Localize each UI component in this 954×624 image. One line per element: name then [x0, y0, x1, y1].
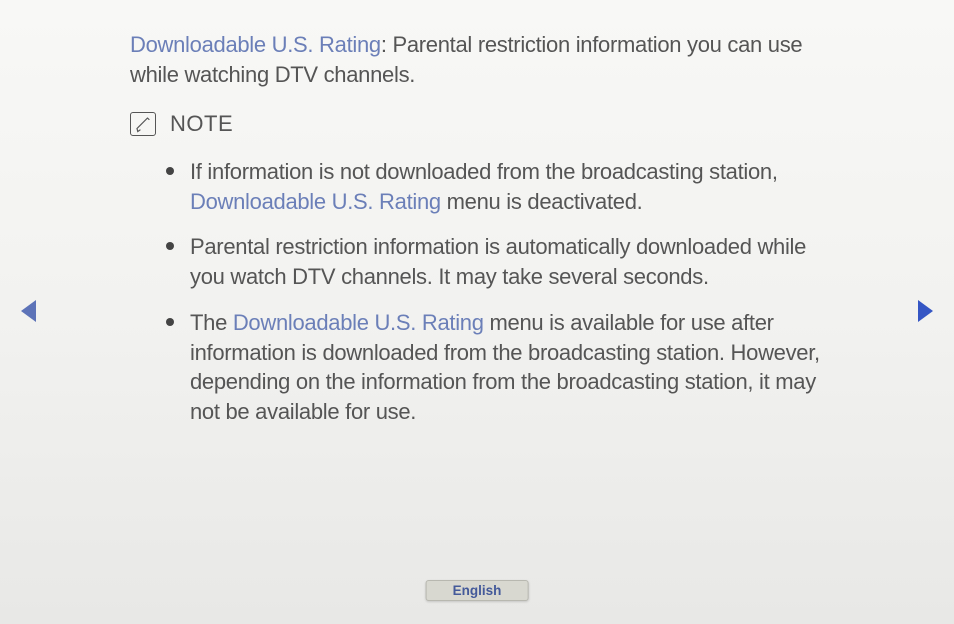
language-badge[interactable]: English	[426, 580, 529, 601]
note-row: NOTE	[130, 109, 844, 139]
intro-term: Downloadable U.S. Rating	[130, 32, 381, 57]
bullet-text: Parental restriction information is auto…	[190, 234, 806, 289]
page-content: Downloadable U.S. Rating: Parental restr…	[0, 0, 954, 427]
bullet-item: The Downloadable U.S. Rating menu is ava…	[190, 308, 844, 427]
bullet-list: If information is not downloaded from th…	[130, 157, 844, 427]
bullet-text: menu is deactivated.	[441, 189, 643, 214]
bullet-text: If information is not downloaded from th…	[190, 159, 778, 184]
intro-paragraph: Downloadable U.S. Rating: Parental restr…	[130, 30, 844, 89]
nav-next-button[interactable]	[916, 298, 936, 324]
note-icon	[130, 112, 156, 136]
highlight-term: Downloadable U.S. Rating	[190, 189, 441, 214]
nav-prev-button[interactable]	[18, 298, 38, 324]
bullet-item: Parental restriction information is auto…	[190, 232, 844, 291]
note-label: NOTE	[170, 109, 233, 139]
bullet-item: If information is not downloaded from th…	[190, 157, 844, 216]
bullet-text: The	[190, 310, 233, 335]
highlight-term: Downloadable U.S. Rating	[233, 310, 484, 335]
